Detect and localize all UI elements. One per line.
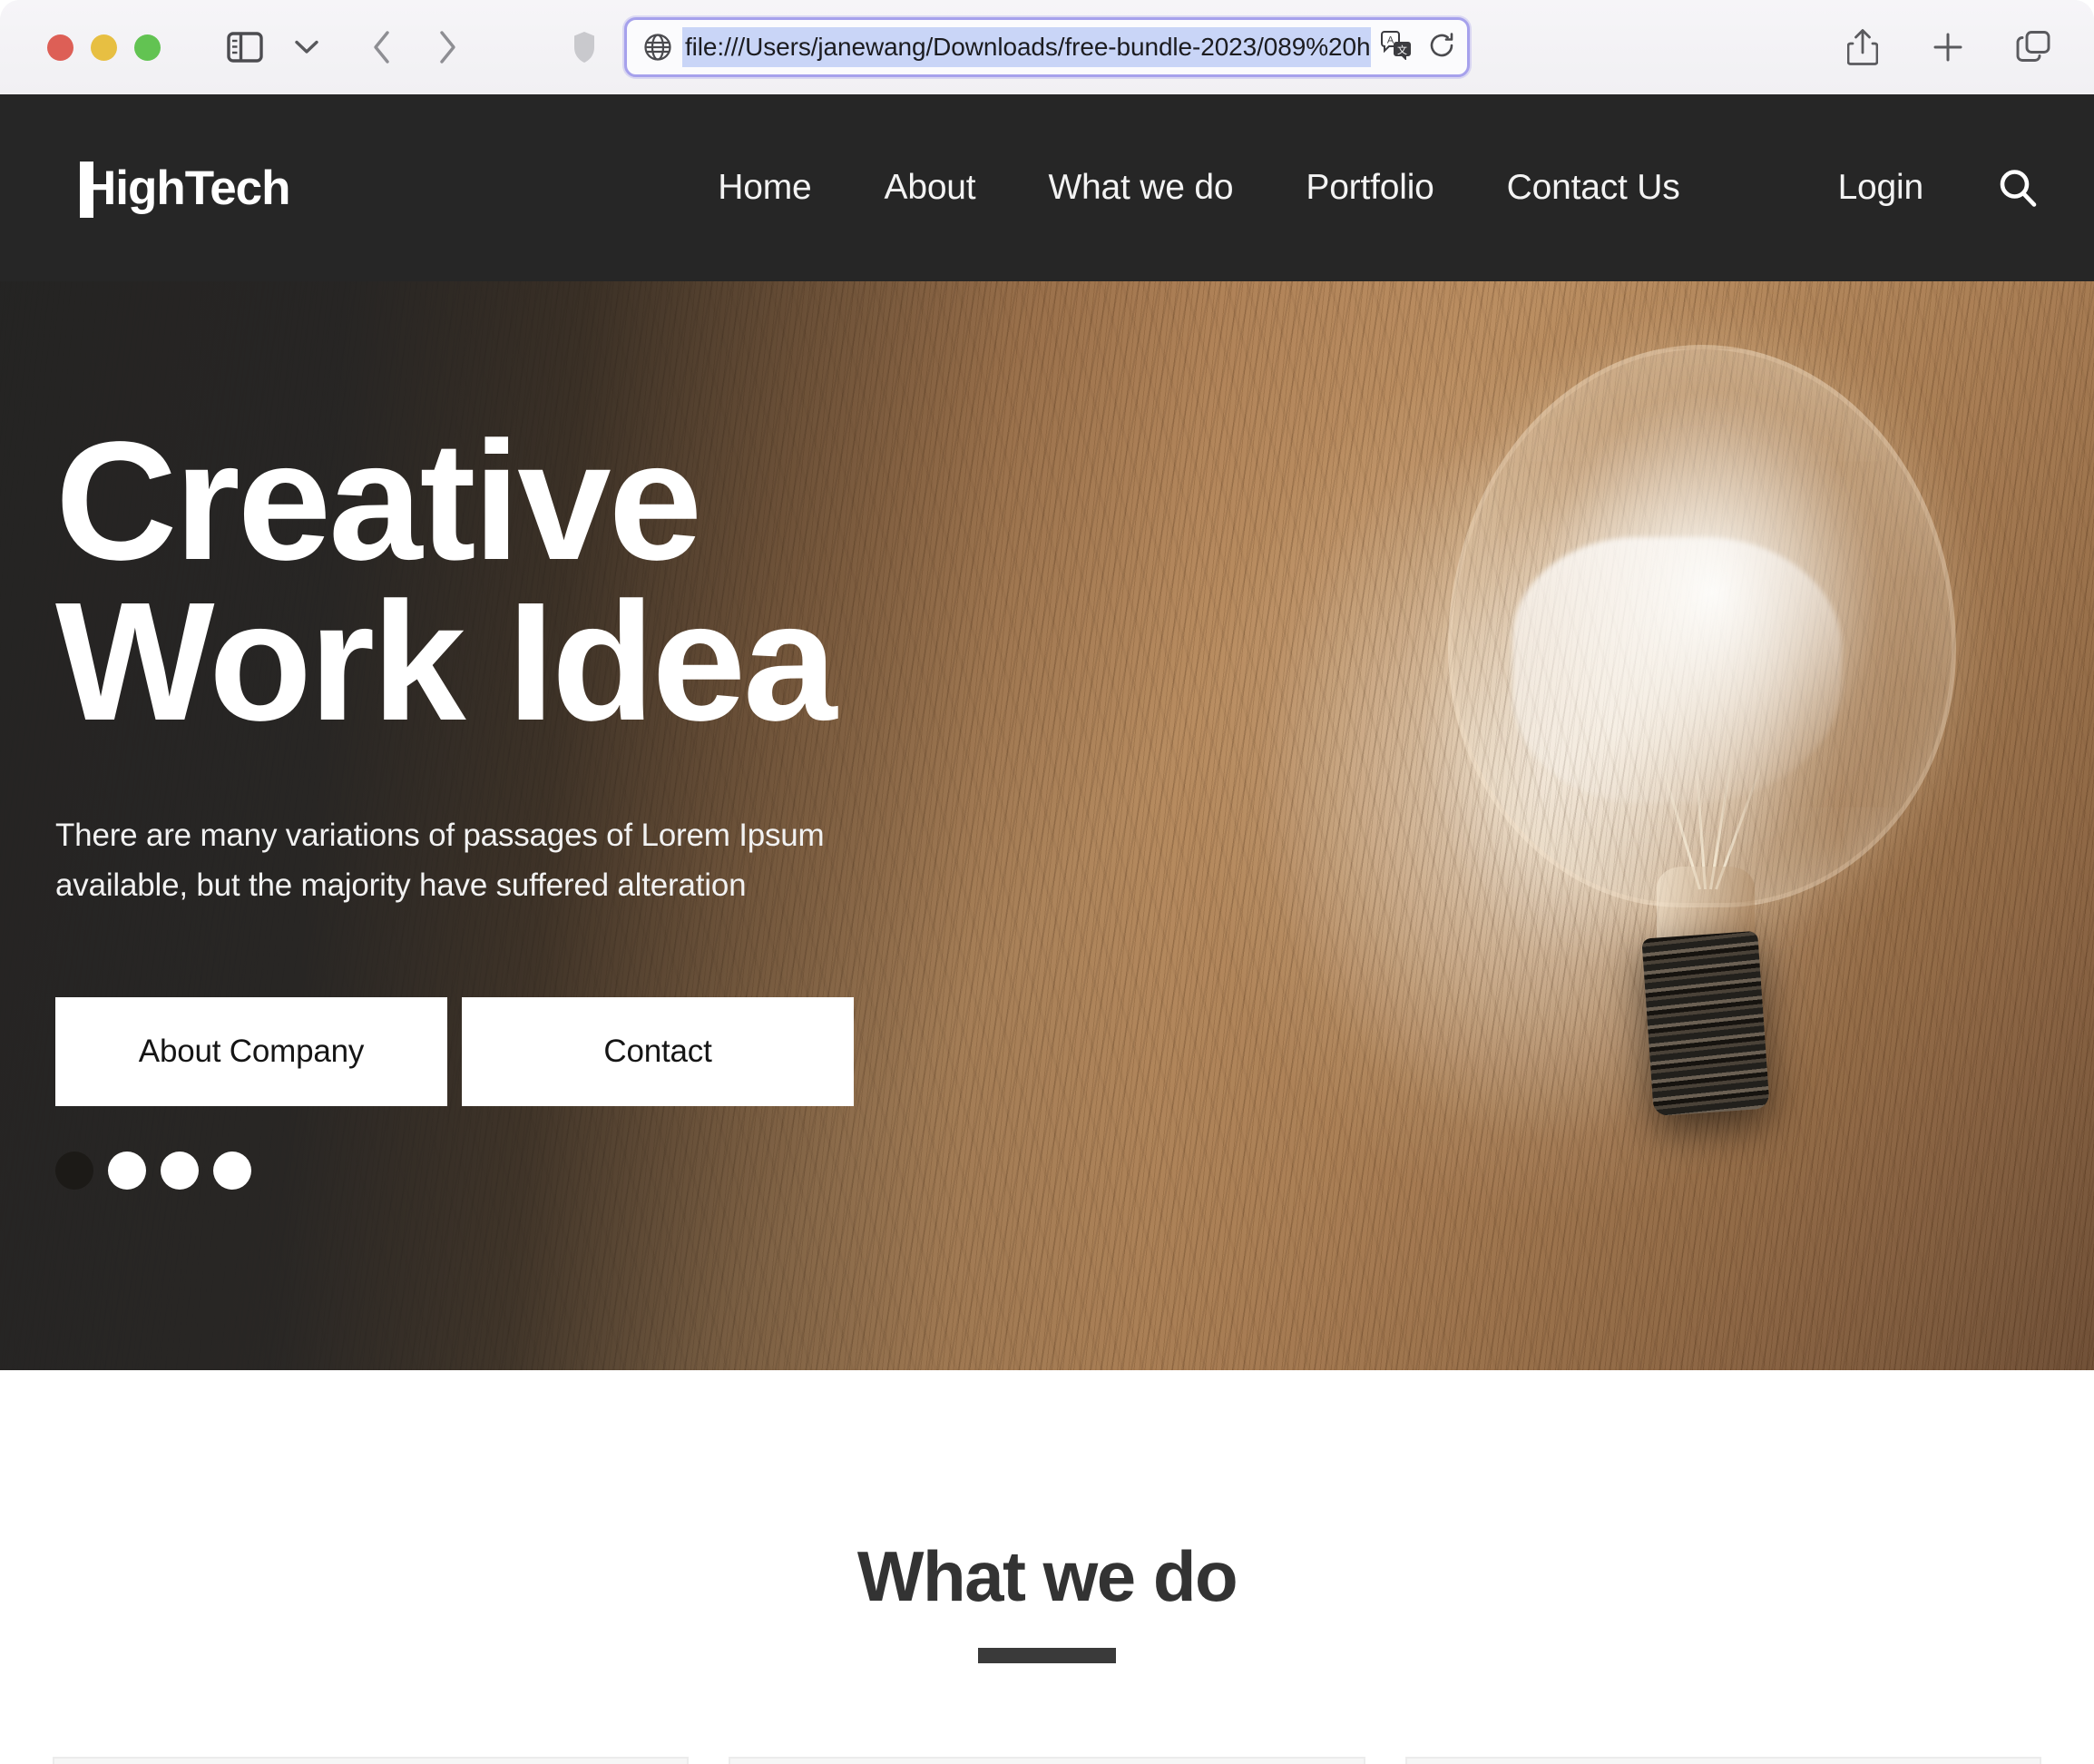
service-card[interactable]	[729, 1757, 1365, 1764]
forward-button[interactable]	[426, 26, 468, 68]
globe-icon	[643, 33, 672, 62]
browser-window: file:///Users/janewang/Downloads/free-bu…	[0, 0, 2094, 1764]
hero-section: Creative Work Idea There are many variat…	[0, 281, 2094, 1370]
carousel-dot-2[interactable]	[108, 1151, 146, 1190]
translate-icon: A 文	[1381, 30, 1411, 61]
about-company-button[interactable]: About Company	[55, 996, 447, 1106]
nav-item-about[interactable]: About	[885, 159, 976, 217]
nav-item-what-we-do[interactable]: What we do	[1048, 159, 1233, 217]
main-navigation: Home About What we do Portfolio Contact …	[718, 159, 2041, 217]
address-bar[interactable]: file:///Users/janewang/Downloads/free-bu…	[624, 17, 1470, 77]
service-card-list	[0, 1757, 2094, 1764]
tab-overview-button[interactable]	[2012, 26, 2054, 68]
carousel-dot-3[interactable]	[161, 1151, 199, 1190]
sidebar-options-button[interactable]	[287, 27, 327, 67]
carousel-dot-4[interactable]	[213, 1151, 251, 1190]
translate-button[interactable]: A 文	[1380, 30, 1413, 64]
logo-text: HighTech	[82, 161, 291, 215]
share-icon	[1847, 29, 1878, 65]
minimize-window-button[interactable]	[91, 34, 117, 61]
web-page-viewport: HighTech Home About What we do Portfolio…	[0, 94, 2094, 1764]
forward-chevron-icon	[440, 31, 455, 64]
search-button[interactable]	[1994, 164, 2041, 211]
new-tab-icon	[1933, 33, 1962, 62]
svg-text:文: 文	[1397, 44, 1407, 56]
nav-item-portfolio[interactable]: Portfolio	[1306, 159, 1434, 217]
site-header: HighTech Home About What we do Portfolio…	[0, 94, 2094, 281]
tab-overview-icon	[2016, 31, 2050, 62]
hero-content: Creative Work Idea There are many variat…	[54, 281, 1143, 1370]
navigation-arrows	[361, 26, 468, 68]
reload-button[interactable]	[1427, 31, 1456, 64]
nav-item-contact-us[interactable]: Contact Us	[1507, 159, 1680, 217]
back-chevron-icon	[374, 31, 389, 64]
toolbar-right-icons	[1842, 0, 2054, 94]
hero-button-group: About Company Contact	[55, 996, 1143, 1106]
privacy-report-button[interactable]	[564, 25, 604, 69]
section-title: What we do	[856, 1536, 1238, 1616]
site-logo[interactable]: HighTech	[80, 160, 303, 218]
carousel-dot-1[interactable]	[55, 1151, 93, 1190]
url-input[interactable]: file:///Users/janewang/Downloads/free-bu…	[682, 27, 1371, 67]
svg-text:A: A	[1387, 34, 1394, 45]
chevron-down-icon	[295, 40, 318, 54]
search-icon	[2000, 170, 2037, 207]
what-we-do-section: What we do	[0, 1370, 2094, 1764]
hero-title: Creative Work Idea	[55, 407, 837, 756]
service-card[interactable]	[53, 1757, 690, 1764]
service-card[interactable]	[1404, 1757, 2041, 1764]
close-window-button[interactable]	[47, 34, 73, 61]
browser-toolbar: file:///Users/janewang/Downloads/free-bu…	[0, 0, 2094, 94]
sidebar-icon	[227, 32, 263, 63]
contact-button[interactable]: Contact	[462, 996, 854, 1106]
address-bar-icons: A 文	[1380, 30, 1456, 64]
share-button[interactable]	[1842, 26, 1884, 68]
back-button[interactable]	[361, 26, 403, 68]
zoom-window-button[interactable]	[134, 34, 161, 61]
nav-item-home[interactable]: Home	[718, 159, 811, 217]
sidebar-toggle-button[interactable]	[223, 25, 267, 69]
privacy-shield-icon	[574, 32, 594, 63]
login-link[interactable]: Login	[1838, 159, 1924, 217]
reload-icon	[1430, 32, 1453, 56]
section-title-underline	[978, 1648, 1116, 1663]
window-traffic-lights	[47, 34, 161, 61]
new-tab-button[interactable]	[1927, 26, 1969, 68]
hero-subtitle: There are many variations of passages of…	[55, 818, 825, 903]
hero-carousel-dots	[55, 1151, 1143, 1190]
